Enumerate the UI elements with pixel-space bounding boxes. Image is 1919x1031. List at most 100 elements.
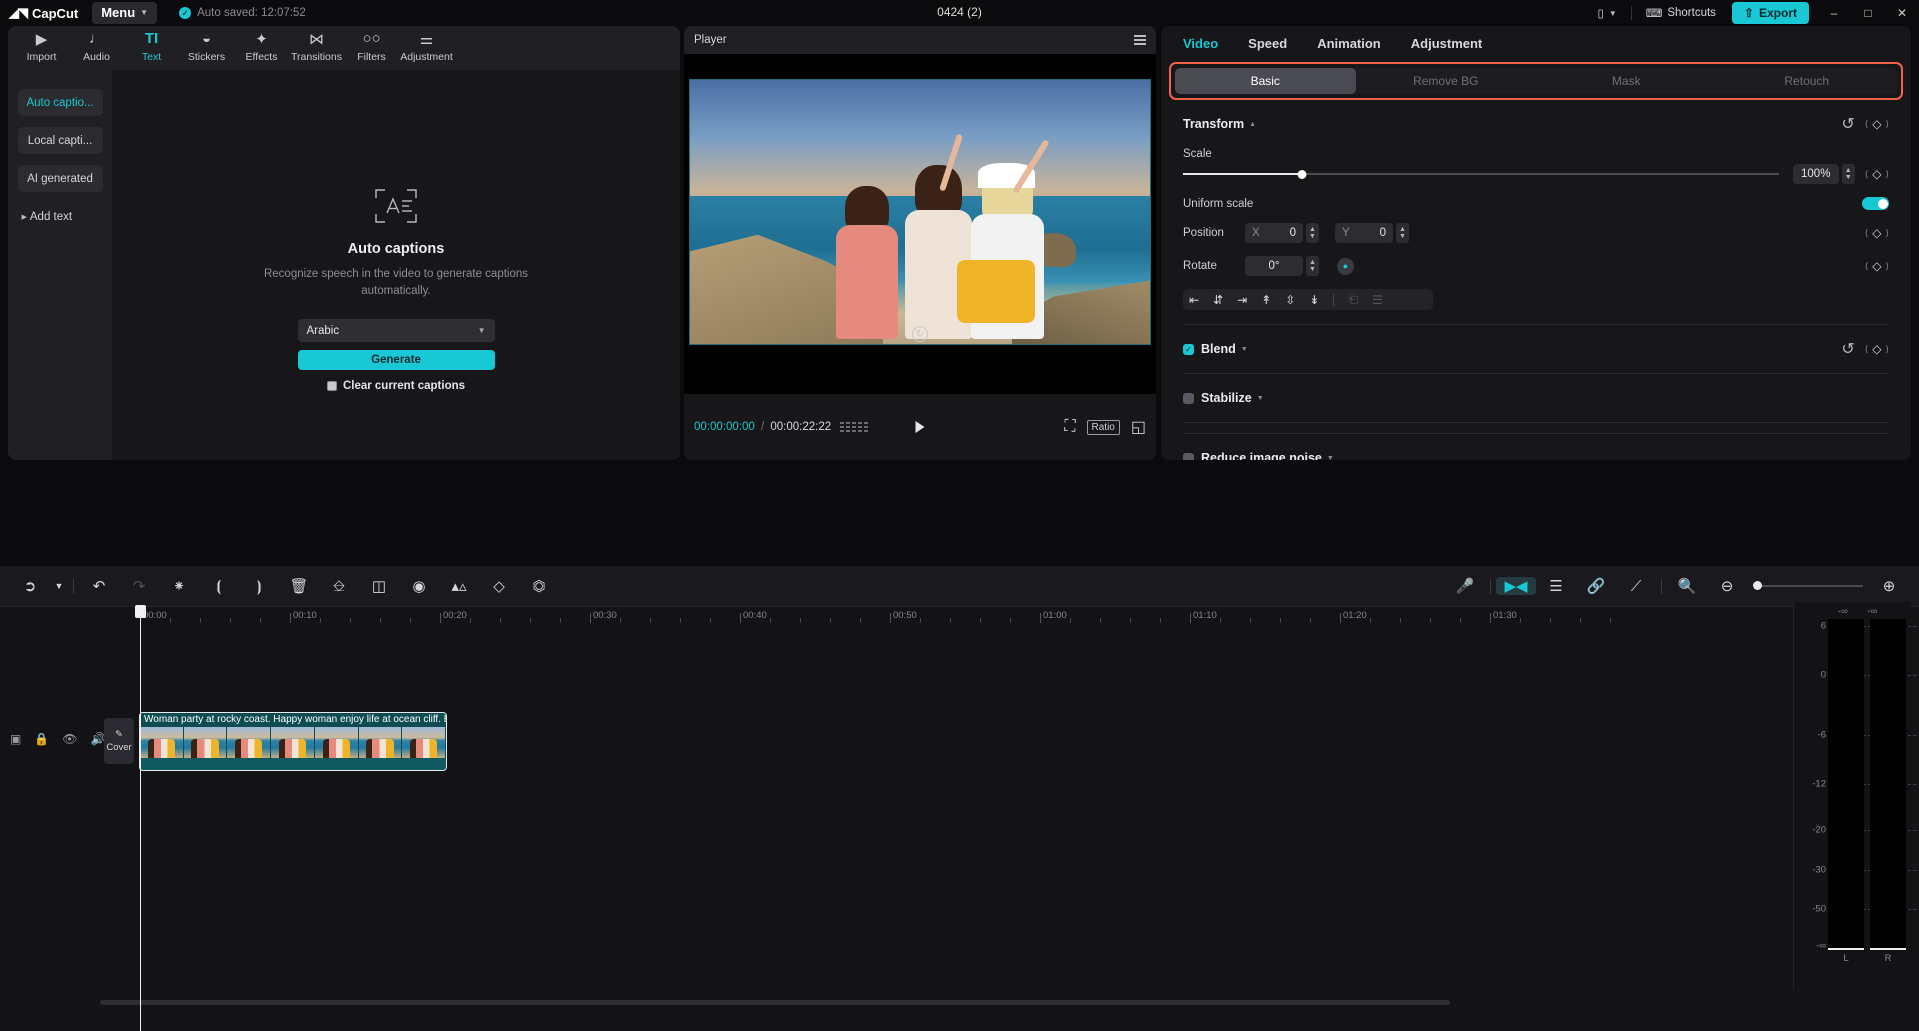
delete-icon[interactable]: 🗑 (279, 577, 319, 595)
timeline-zoom-slider[interactable] (1753, 585, 1863, 587)
playhead[interactable] (140, 607, 141, 1031)
position-y-stepper[interactable]: ▲▼ (1396, 223, 1409, 243)
track-main-icon[interactable]: ▣ (10, 732, 21, 746)
timeline-ruler[interactable]: 00:00 00:10 00:20 00:30 00:40 00:50 01:0… (0, 606, 1919, 628)
next-keyframe-icon[interactable]: ⟩ (1885, 261, 1889, 272)
maximize-button[interactable]: □ (1851, 0, 1885, 26)
next-keyframe-icon[interactable]: ⟩ (1885, 119, 1889, 130)
nav-tab-stickers[interactable]: ◒ Stickers (179, 26, 234, 63)
mirror-icon[interactable]: ▴▵ (439, 577, 479, 595)
zoom-out-icon[interactable]: ⊖ (1707, 577, 1747, 595)
nav-tab-transitions[interactable]: ⋈ Transitions (289, 26, 344, 63)
auto-fill-icon[interactable]: ▶◀ (1496, 577, 1536, 595)
chevron-down-icon[interactable]: ▼ (1327, 455, 1334, 461)
prev-keyframe-icon[interactable]: ⟨ (1865, 344, 1869, 355)
chevron-down-icon[interactable]: ▼ (1257, 395, 1264, 402)
align-top-icon[interactable]: ↟ (1261, 293, 1271, 307)
align-center-horizontal-icon[interactable]: ⇵ (1213, 293, 1223, 307)
subtab-mask[interactable]: Mask (1536, 68, 1717, 94)
player-menu-icon[interactable] (1134, 35, 1146, 45)
unlink-icon[interactable]: ⟋ (1616, 578, 1656, 595)
reduce-noise-checkbox[interactable] (1183, 453, 1194, 461)
trim-right-icon[interactable]: ⦘ (239, 578, 279, 595)
tab-animation[interactable]: Animation (1317, 36, 1381, 51)
subtab-retouch[interactable]: Retouch (1717, 68, 1898, 94)
select-tool-dropdown-icon[interactable]: ▼ (50, 581, 68, 591)
generate-button[interactable]: Generate (298, 350, 495, 370)
sidebar-item-add-text[interactable]: ▶ Add text (18, 203, 103, 230)
keyframe-diamond-icon[interactable]: ◇ (1872, 226, 1881, 240)
distribute-horizontal-icon[interactable]: ⎗ (1348, 292, 1358, 307)
tab-video[interactable]: Video (1183, 36, 1218, 51)
chevron-down-icon[interactable]: ▼ (1241, 346, 1248, 353)
align-right-icon[interactable]: ⇥ (1237, 293, 1247, 307)
tab-speed[interactable]: Speed (1248, 36, 1287, 51)
uniform-scale-toggle[interactable] (1862, 197, 1889, 210)
next-keyframe-icon[interactable]: ⟩ (1885, 344, 1889, 355)
nav-tab-filters[interactable]: ○○ Filters (344, 26, 399, 63)
track-visibility-icon[interactable]: 👁 (62, 732, 77, 746)
reset-icon[interactable]: ↺ (1841, 339, 1854, 359)
nav-tab-import[interactable]: ▶︎ Import (14, 26, 69, 63)
position-y-field[interactable]: Y 0 (1335, 223, 1393, 243)
next-keyframe-icon[interactable]: ⟩ (1885, 228, 1889, 239)
chevron-up-icon[interactable]: ▲ (1249, 121, 1256, 128)
subtab-remove-bg[interactable]: Remove BG (1356, 68, 1537, 94)
keyframe-diamond-icon[interactable]: ◇ (1872, 117, 1881, 131)
subtab-basic[interactable]: Basic (1175, 68, 1356, 94)
magnet-snap-icon[interactable]: ☰ (1536, 577, 1576, 595)
redo-icon[interactable]: ↷ (119, 577, 159, 595)
tab-adjustment[interactable]: Adjustment (1411, 36, 1483, 51)
record-voiceover-icon[interactable]: 🎤 (1445, 577, 1485, 595)
prev-keyframe-icon[interactable]: ⟨ (1865, 261, 1869, 272)
freeze-frame-icon[interactable]: ◫ (359, 577, 399, 595)
shortcuts-button[interactable]: ⌨ Shortcuts (1638, 2, 1724, 24)
position-x-stepper[interactable]: ▲▼ (1306, 223, 1319, 243)
nav-tab-adjustment[interactable]: ⚌ Adjustment (399, 26, 454, 63)
player-stage[interactable]: ↻ (684, 54, 1156, 394)
next-keyframe-icon[interactable]: ⟩ (1885, 169, 1889, 180)
select-tool-icon[interactable]: ➲ (10, 577, 50, 595)
align-middle-vertical-icon[interactable]: ⇳ (1285, 293, 1295, 307)
ratio-button[interactable]: Ratio (1087, 420, 1120, 435)
cover-button[interactable]: ✎ Cover (104, 718, 134, 764)
nav-tab-effects[interactable]: ✦ Effects (234, 26, 289, 63)
prev-keyframe-icon[interactable]: ⟨ (1865, 228, 1869, 239)
scale-keyframe[interactable]: ⟨ ◇ ⟩ (1865, 167, 1889, 181)
align-left-icon[interactable]: ⇤ (1189, 293, 1199, 307)
scale-slider-knob[interactable] (1298, 170, 1307, 179)
track-lock-icon[interactable]: 🔒 (34, 732, 49, 746)
trim-left-icon[interactable]: ⦗ (199, 578, 239, 595)
rotate-field[interactable]: 0° (1245, 256, 1303, 276)
rotate-dial[interactable]: ● (1337, 258, 1354, 275)
speed-icon[interactable]: ◉ (399, 577, 439, 595)
split-icon[interactable]: ⁕ (159, 577, 199, 595)
scale-value-field[interactable]: 100% (1793, 164, 1839, 184)
preview-axis-icon[interactable]: 🔍 (1667, 577, 1707, 595)
clear-captions-checkbox[interactable] (327, 381, 337, 391)
position-x-field[interactable]: X 0 (1245, 223, 1303, 243)
zoom-preview-icon[interactable]: ⛶ (1064, 418, 1075, 436)
prev-keyframe-icon[interactable]: ⟨ (1865, 119, 1869, 130)
blend-checkbox[interactable]: ✓ (1183, 344, 1194, 355)
nav-tab-text[interactable]: TI Text (124, 26, 179, 63)
position-keyframe[interactable]: ⟨ ◇ ⟩ (1865, 226, 1889, 240)
undo-icon[interactable]: ↶ (79, 577, 119, 595)
language-select[interactable]: Arabic ▼ (298, 319, 495, 342)
export-button[interactable]: ⇧ Export (1732, 2, 1809, 24)
scale-slider[interactable] (1183, 167, 1779, 181)
shield-icon[interactable]: ⎒ (319, 578, 359, 595)
scale-stepper[interactable]: ▲▼ (1842, 164, 1855, 184)
waveform-icon[interactable] (840, 422, 868, 433)
timeline-horizontal-scrollbar[interactable] (100, 1000, 1450, 1005)
distribute-vertical-icon[interactable]: ☰ (1372, 293, 1383, 307)
video-clip[interactable]: Woman party at rocky coast. Happy woman … (139, 712, 447, 771)
play-button[interactable] (916, 421, 925, 433)
resolution-selector[interactable]: ▯ ▼ (1589, 2, 1624, 24)
link-icon[interactable]: 🔗 (1576, 577, 1616, 595)
sidebar-item-local-captions[interactable]: Local capti... (18, 127, 103, 154)
keyframe-diamond-icon[interactable]: ◇ (1872, 342, 1881, 356)
keyframe-diamond-icon[interactable]: ◇ (1872, 167, 1881, 181)
playhead-grip[interactable] (135, 605, 146, 618)
align-bottom-icon[interactable]: ↡ (1309, 293, 1319, 307)
